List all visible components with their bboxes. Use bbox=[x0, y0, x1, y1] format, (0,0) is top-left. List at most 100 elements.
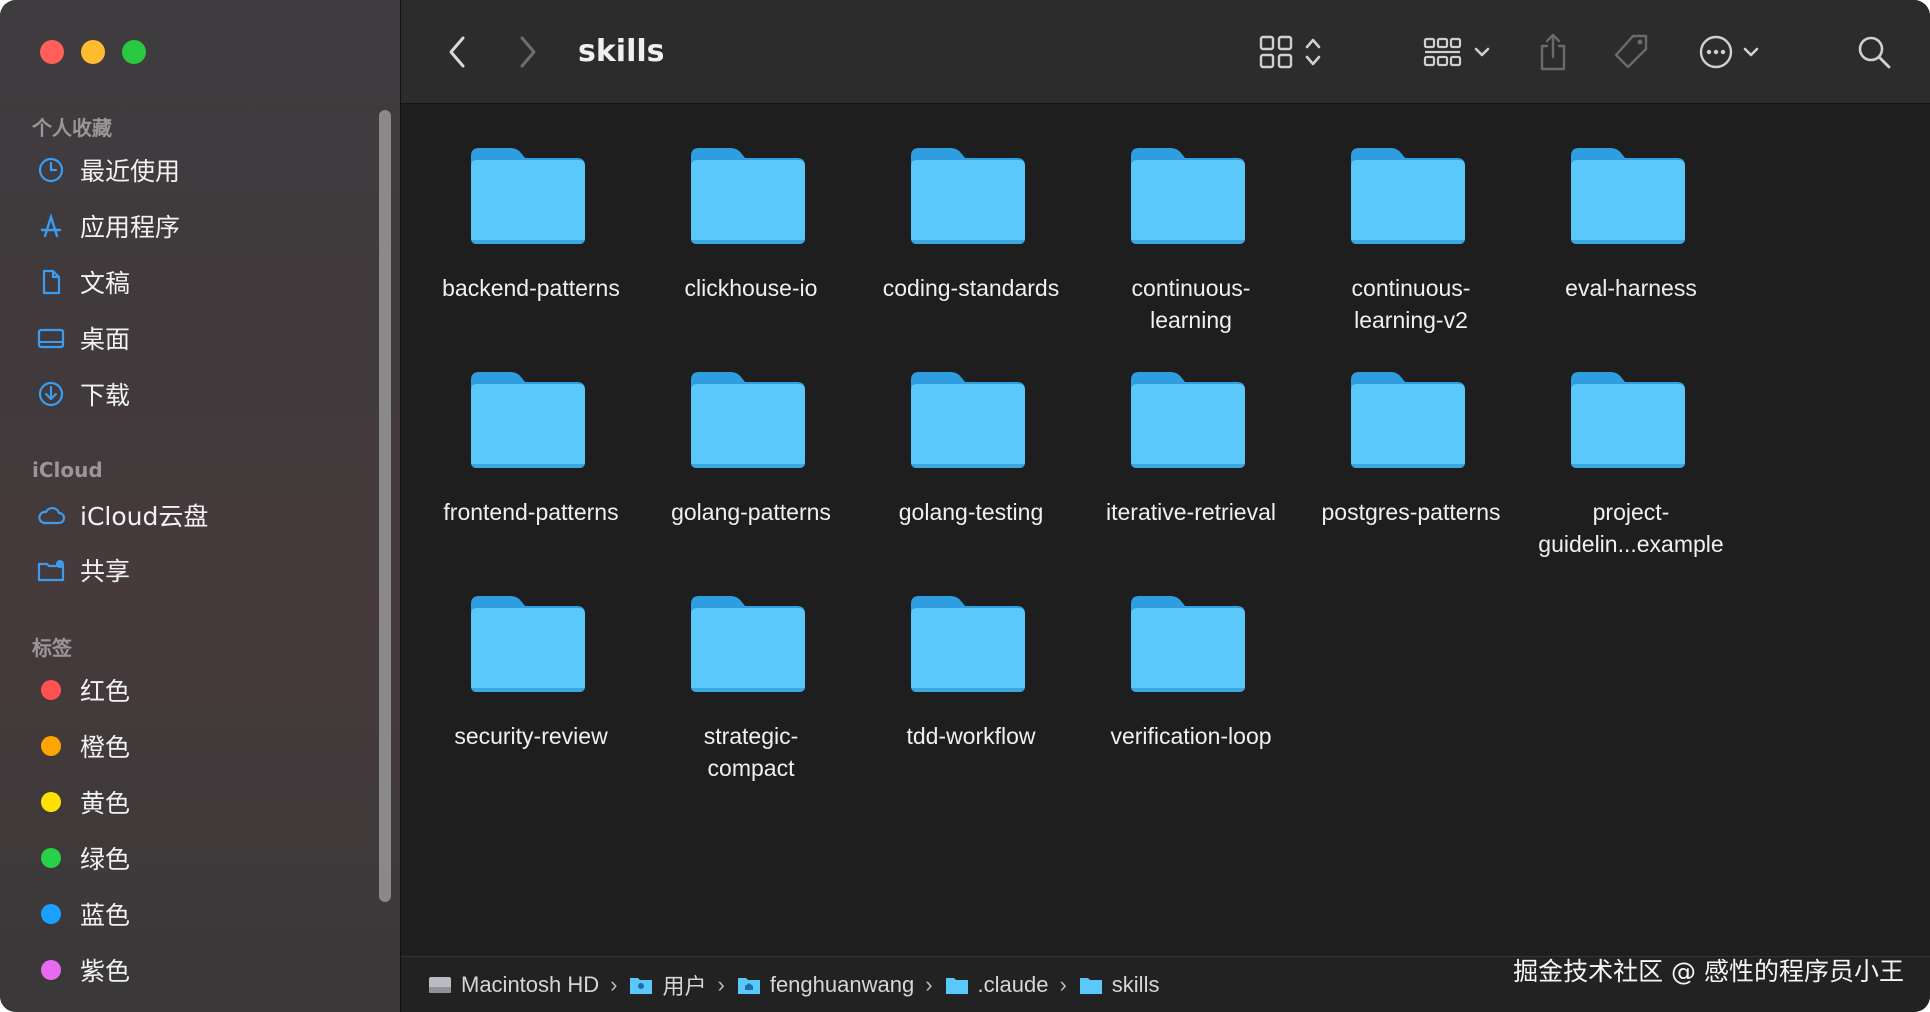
path-item-claude[interactable]: .claude bbox=[944, 971, 1049, 998]
document-icon bbox=[36, 267, 66, 297]
folder-name: backend-patterns bbox=[442, 275, 620, 301]
sidebar-item-label: 下载 bbox=[80, 381, 131, 410]
group-button[interactable] bbox=[1423, 28, 1493, 76]
home-folder-icon bbox=[737, 977, 760, 994]
path-item-label: 用户 bbox=[662, 973, 707, 999]
path-item-label: .claude bbox=[977, 971, 1049, 997]
sidebar-scrollbar[interactable] bbox=[379, 110, 391, 902]
sidebar-item-documents[interactable]: 文稿 bbox=[36, 262, 130, 302]
sidebar-item-recents[interactable]: 最近使用 bbox=[36, 150, 180, 190]
close-button[interactable] bbox=[40, 40, 64, 64]
sidebar-item-shared[interactable]: 共享 bbox=[36, 550, 130, 590]
folder-item[interactable]: clickhouse-io bbox=[641, 144, 861, 344]
sidebar-item-downloads[interactable]: 下载 bbox=[36, 374, 130, 414]
folder-name: continuous- learning bbox=[1131, 275, 1251, 333]
shared-folder-icon bbox=[36, 555, 66, 585]
folder-icon bbox=[1079, 977, 1102, 994]
folder-item[interactable]: golang-patterns bbox=[641, 368, 861, 568]
folder-name: postgres-patterns bbox=[1321, 499, 1501, 525]
chevron-right-icon bbox=[520, 36, 536, 68]
folder-item[interactable]: verification-loop bbox=[1081, 592, 1301, 792]
path-item-skills[interactable]: skills bbox=[1078, 972, 1159, 998]
folder-item[interactable]: continuous- learning bbox=[1081, 144, 1301, 344]
folder-icon bbox=[945, 977, 968, 994]
forward-button[interactable] bbox=[516, 28, 540, 76]
hard-drive-icon bbox=[429, 976, 451, 993]
folder-name: golang-patterns bbox=[671, 499, 831, 525]
path-separator-icon: › bbox=[925, 971, 933, 997]
folder-name: continuous- learning-v2 bbox=[1351, 275, 1471, 333]
file-browser: backend-patterns clickhouse-io coding-stan… bbox=[401, 104, 1930, 956]
folder-item[interactable]: continuous- learning-v2 bbox=[1301, 144, 1521, 344]
folder-item[interactable]: backend-patterns bbox=[421, 144, 641, 344]
sidebar: 个人收藏 最近使用 应用程序 文稿 桌面 下载 iCloud iCloud云盘 … bbox=[0, 0, 401, 1012]
folder-icon bbox=[1127, 368, 1249, 470]
sidebar-item-applications[interactable]: 应用程序 bbox=[36, 206, 180, 246]
folder-name: coding-standards bbox=[882, 275, 1060, 301]
clock-icon bbox=[36, 155, 66, 185]
sidebar-item-label: iCloud云盘 bbox=[80, 502, 209, 531]
folder-icon bbox=[1567, 144, 1689, 246]
sidebar-item-desktop[interactable]: 桌面 bbox=[36, 318, 130, 358]
users-folder-icon bbox=[630, 977, 653, 994]
folder-icon bbox=[687, 144, 809, 246]
sidebar-item-label: 桌面 bbox=[80, 325, 131, 354]
sidebar-item-tag-purple[interactable]: 紫色 bbox=[36, 950, 130, 990]
folder-name: frontend-patterns bbox=[443, 499, 619, 525]
tag-color-dot bbox=[41, 848, 61, 868]
folder-name: strategic- compact bbox=[703, 723, 799, 781]
folder-name: clickhouse-io bbox=[684, 275, 818, 301]
folder-item[interactable]: golang-testing bbox=[861, 368, 1081, 568]
more-actions-button[interactable] bbox=[1698, 28, 1762, 76]
sidebar-item-tag-red[interactable]: 红色 bbox=[36, 670, 130, 710]
sidebar-item-label: 绿色 bbox=[80, 845, 131, 874]
folder-name: tdd-workflow bbox=[906, 723, 1036, 749]
folder-item[interactable]: project- guidelin...example bbox=[1521, 368, 1741, 568]
sidebar-item-tag-orange[interactable]: 橙色 bbox=[36, 726, 130, 766]
folder-item[interactable]: eval-harness bbox=[1521, 144, 1741, 344]
back-button[interactable] bbox=[445, 28, 469, 76]
view-mode-button[interactable] bbox=[1259, 28, 1325, 76]
share-button[interactable] bbox=[1537, 28, 1569, 76]
sidebar-item-label: 橙色 bbox=[80, 733, 131, 762]
folder-name: security-review bbox=[454, 723, 608, 749]
watermark: 掘金技术社区 @ 感性的程序员小王 bbox=[1513, 957, 1904, 986]
folder-item[interactable]: tdd-workflow bbox=[861, 592, 1081, 792]
path-item-label: Macintosh HD bbox=[461, 971, 600, 997]
search-icon bbox=[1858, 36, 1891, 69]
share-icon bbox=[1540, 33, 1566, 71]
path-item-users[interactable]: 用户 bbox=[628, 969, 707, 1001]
tag-color-dot bbox=[41, 904, 61, 924]
search-button[interactable] bbox=[1856, 28, 1892, 76]
chevron-left-icon bbox=[449, 36, 465, 68]
folder-name: project- guidelin...example bbox=[1538, 499, 1724, 557]
group-icon bbox=[1423, 37, 1462, 67]
sidebar-item-tag-blue[interactable]: 蓝色 bbox=[36, 894, 130, 934]
zoom-button[interactable] bbox=[122, 40, 146, 64]
folder-icon bbox=[1567, 368, 1689, 470]
folder-item[interactable]: frontend-patterns bbox=[421, 368, 641, 568]
folder-icon bbox=[687, 592, 809, 694]
folder-icon bbox=[1347, 368, 1469, 470]
path-item-macintosh-hd[interactable]: Macintosh HD bbox=[427, 972, 599, 998]
folder-item[interactable]: postgres-patterns bbox=[1301, 368, 1521, 568]
sidebar-item-tag-yellow[interactable]: 黄色 bbox=[36, 782, 130, 822]
folder-item[interactable]: security-review bbox=[421, 592, 641, 792]
path-separator-icon: › bbox=[610, 971, 618, 997]
minimize-button[interactable] bbox=[81, 40, 105, 64]
tag-button[interactable] bbox=[1611, 28, 1651, 76]
finder-window: 个人收藏 最近使用 应用程序 文稿 桌面 下载 iCloud iCloud云盘 … bbox=[0, 0, 1930, 1012]
folder-item[interactable]: coding-standards bbox=[861, 144, 1081, 344]
section-tags: 标签 bbox=[32, 636, 72, 660]
folder-item[interactable]: iterative-retrieval bbox=[1081, 368, 1301, 568]
more-icon bbox=[1699, 35, 1733, 69]
tag-color-dot bbox=[41, 792, 61, 812]
chevron-down-icon bbox=[1474, 47, 1490, 57]
sidebar-item-label: 应用程序 bbox=[80, 213, 181, 242]
path-item-home[interactable]: fenghuanwang bbox=[736, 972, 914, 998]
sidebar-item-icloud-drive[interactable]: iCloud云盘 bbox=[36, 495, 208, 535]
sidebar-item-label: 蓝色 bbox=[80, 901, 131, 930]
folder-name: eval-harness bbox=[1565, 275, 1697, 301]
folder-item[interactable]: strategic- compact bbox=[641, 592, 861, 792]
sidebar-item-tag-green[interactable]: 绿色 bbox=[36, 838, 130, 878]
